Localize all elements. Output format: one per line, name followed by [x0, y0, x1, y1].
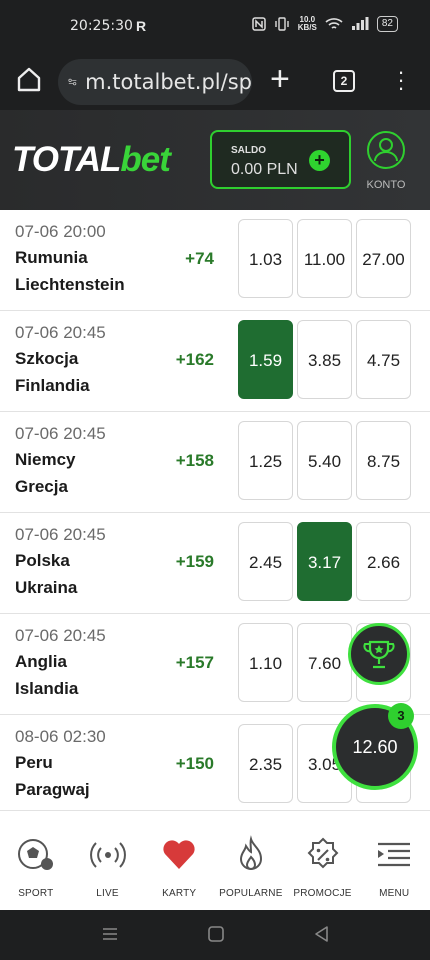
recents-icon[interactable]: [100, 924, 120, 944]
odd-home-button[interactable]: 1.10: [238, 623, 293, 702]
odd-home-button[interactable]: 2.45: [238, 522, 293, 601]
status-time: 20:25:30: [70, 18, 133, 34]
more-markets-link[interactable]: +74: [185, 249, 214, 269]
odd-away-button[interactable]: 2.66: [356, 522, 411, 601]
more-markets-link[interactable]: +150: [176, 754, 214, 774]
live-broadcast-icon: [89, 842, 126, 868]
nav-label: SPORT: [18, 888, 54, 899]
match-date: 07-06 20:45: [15, 323, 106, 342]
logo-bet: bet: [120, 140, 170, 179]
menu-icon: [378, 842, 411, 867]
net-speed-unit: KB/S: [297, 23, 317, 32]
odd-home-button[interactable]: 2.35: [238, 724, 293, 803]
odd-draw-button[interactable]: 3.85: [297, 320, 352, 399]
away-team: Finlandia: [15, 376, 90, 395]
promo-badge-icon: [307, 837, 338, 869]
odd-draw-button[interactable]: 3.17: [297, 522, 352, 601]
bottom-nav: SPORT LIVE KARTY POPULARNE PROMOCJE MENU: [0, 810, 430, 910]
heart-icon: [163, 840, 195, 869]
status-icons: 10.0 KB/S 82: [252, 16, 398, 32]
more-markets-link[interactable]: +162: [176, 350, 214, 370]
account-label: KONTO: [366, 179, 406, 191]
match-date: 07-06 20:45: [15, 424, 106, 443]
nav-sport[interactable]: SPORT: [0, 811, 72, 910]
net-speed: 10.0 KB/S: [298, 16, 317, 32]
nfc-icon: [252, 17, 266, 31]
status-bar: 20:25:30 R 10.0 KB/S 82: [0, 0, 430, 54]
site-settings-icon[interactable]: [68, 73, 77, 91]
account-button[interactable]: KONTO: [364, 130, 408, 191]
logo-total: TOTAL: [12, 140, 121, 179]
new-tab-icon[interactable]: +: [270, 62, 290, 96]
away-team: Islandia: [15, 679, 79, 698]
trophy-button[interactable]: [348, 623, 410, 685]
totalbet-logo[interactable]: TOTALbet: [12, 140, 171, 180]
odd-home-button[interactable]: 1.59: [238, 320, 293, 399]
match-row[interactable]: 07-06 20:00 Rumunia Liechtenstein +74 1.…: [0, 210, 430, 311]
home-icon[interactable]: [14, 64, 44, 94]
match-row[interactable]: 07-06 20:45 Niemcy Grecja +158 1.25 5.40…: [0, 412, 430, 513]
match-date: 07-06 20:45: [15, 626, 106, 645]
more-markets-link[interactable]: +158: [176, 451, 214, 471]
nav-menu[interactable]: MENU: [358, 811, 430, 910]
more-options-icon[interactable]: · · ·: [396, 61, 406, 99]
odd-away-button[interactable]: 8.75: [356, 421, 411, 500]
nav-label: PROMOCJE: [293, 888, 352, 899]
home-team: Anglia: [15, 652, 67, 671]
home-team: Polska: [15, 551, 70, 570]
match-row[interactable]: 07-06 20:45 Polska Ukraina +159 2.45 3.1…: [0, 513, 430, 614]
home-team: Niemcy: [15, 450, 76, 469]
trophy-icon: [363, 640, 395, 669]
match-date: 08-06 02:30: [15, 727, 106, 746]
nav-label: LIVE: [96, 888, 119, 899]
odd-draw-button[interactable]: 5.40: [297, 421, 352, 500]
balance-value: 0.00 PLN: [231, 161, 298, 178]
carrier-glyph: R: [136, 18, 147, 34]
deposit-plus-icon[interactable]: +: [309, 150, 330, 171]
odd-away-button[interactable]: 27.00: [356, 219, 411, 298]
nav-popularne[interactable]: POPULARNE: [215, 811, 287, 910]
home-nav-icon[interactable]: [206, 924, 226, 944]
betslip-count-badge: 3: [388, 703, 414, 729]
home-team: Peru: [15, 753, 53, 772]
nav-karty[interactable]: KARTY: [143, 811, 215, 910]
nav-label: MENU: [379, 888, 410, 899]
more-markets-link[interactable]: +157: [176, 653, 214, 673]
flame-icon: [239, 835, 262, 870]
address-bar[interactable]: m.totalbet.pl/sp: [58, 59, 252, 105]
vibrate-icon: [275, 17, 289, 31]
away-team: Ukraina: [15, 578, 78, 597]
odd-draw-button[interactable]: 11.00: [297, 219, 352, 298]
site-header: TOTALbet SALDO 0.00 PLN + KONTO: [0, 110, 430, 210]
user-icon: [367, 131, 405, 169]
nav-promocje[interactable]: PROMOCJE: [287, 811, 359, 910]
nav-live[interactable]: LIVE: [72, 811, 144, 910]
browser-toolbar: m.totalbet.pl/sp + 2 · · ·: [0, 54, 430, 110]
odd-away-button[interactable]: 4.75: [356, 320, 411, 399]
odd-home-button[interactable]: 1.03: [238, 219, 293, 298]
home-team: Rumunia: [15, 248, 88, 267]
match-row[interactable]: 07-06 20:45 Szkocja Finlandia +162 1.59 …: [0, 311, 430, 412]
nav-label: KARTY: [162, 888, 197, 899]
odd-draw-button[interactable]: 7.60: [297, 623, 352, 702]
away-team: Grecja: [15, 477, 68, 496]
nav-label: POPULARNE: [219, 888, 283, 899]
away-team: Paragwaj: [15, 780, 90, 799]
balance-box[interactable]: SALDO 0.00 PLN +: [210, 130, 351, 189]
home-team: Szkocja: [15, 349, 79, 368]
back-icon[interactable]: [312, 924, 332, 944]
more-markets-link[interactable]: +159: [176, 552, 214, 572]
system-nav-bar: [0, 910, 430, 960]
signal-icon: [351, 17, 369, 30]
tab-switcher-button[interactable]: 2: [333, 70, 355, 92]
away-team: Liechtenstein: [15, 275, 125, 294]
url-text: m.totalbet.pl/sp: [85, 70, 252, 94]
soccer-ball-icon: [17, 839, 53, 870]
match-date: 07-06 20:45: [15, 525, 106, 544]
battery-indicator: 82: [376, 16, 398, 32]
balance-label: SALDO: [231, 145, 266, 156]
odd-home-button[interactable]: 1.25: [238, 421, 293, 500]
wifi-icon: [325, 18, 343, 29]
match-date: 07-06 20:00: [15, 222, 106, 241]
